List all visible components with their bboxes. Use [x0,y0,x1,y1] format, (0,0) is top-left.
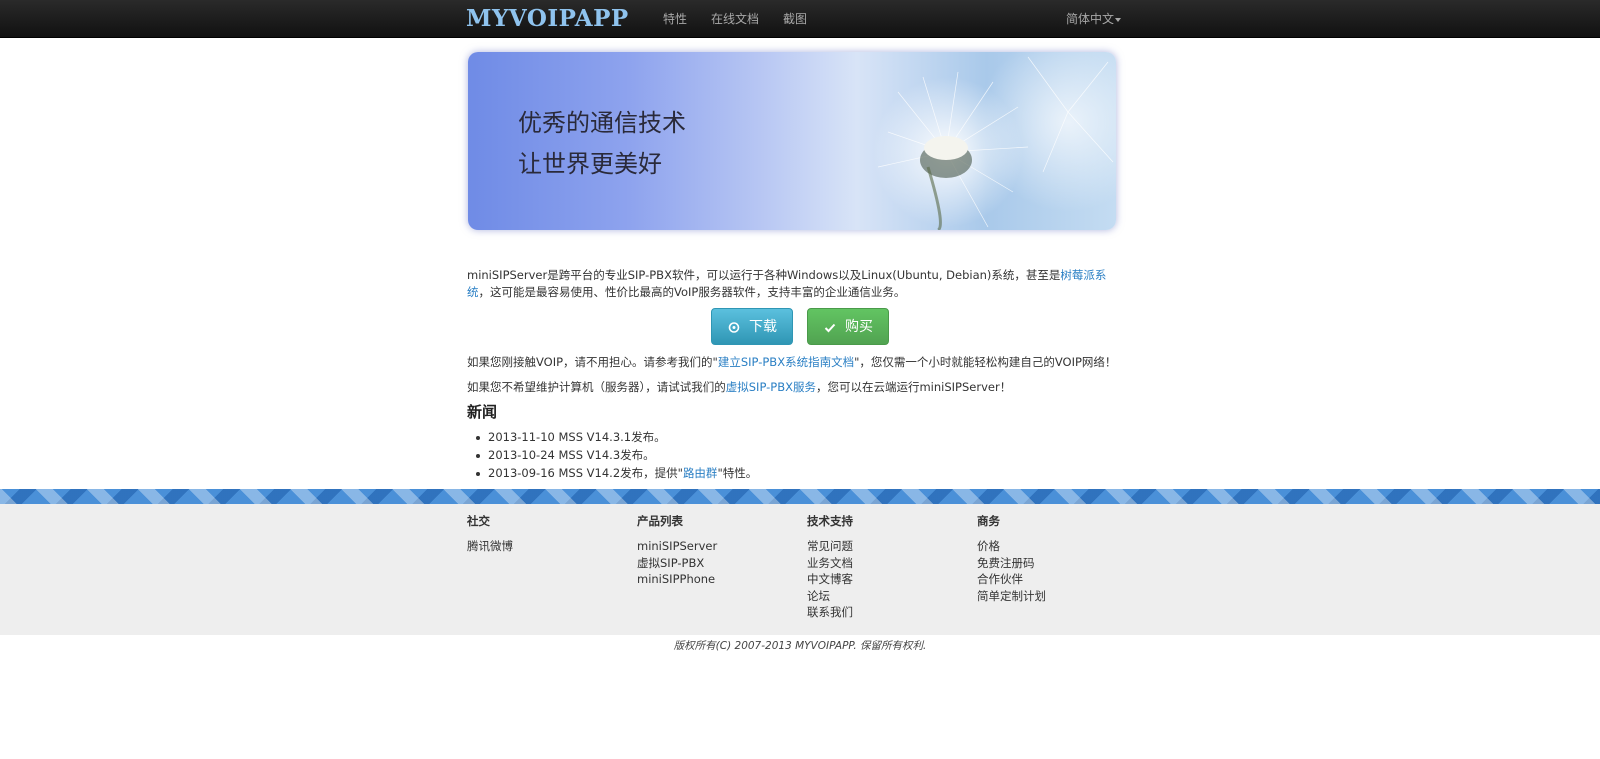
route-group-link[interactable]: 路由群 [683,466,718,480]
nav-screenshots[interactable]: 截图 [783,9,807,29]
intro-text: miniSIPServer是跨平台的专业SIP-PBX软件，可以运行于各种Win… [467,268,1061,282]
intro-paragraph: miniSIPServer是跨平台的专业SIP-PBX软件，可以运行于各种Win… [467,267,1127,300]
footer-link-virtual-pbx[interactable]: 虚拟SIP-PBX [637,555,704,571]
decorative-stripe [0,489,1600,504]
top-navbar: MYVOIPAPP 特性 在线文档 截图 简体中文 [0,0,1600,38]
language-label: 简体中文 [1066,12,1115,26]
guide-text-end: "，您仅需一个小时就能轻松构建自己的VOIP网络！ [854,355,1117,369]
footer-link-service-docs[interactable]: 业务文档 [807,555,853,571]
copyright-notice: 版权所有(C) 2007-2013 MYVOIPAPP. 保留所有权利. [673,640,927,652]
footer-link-partners[interactable]: 合作伙伴 [977,571,1023,587]
cloud-paragraph: 如果您不希望维护计算机（服务器），请试试我们的虚拟SIP-PBX服务，您可以在云… [467,379,1127,396]
footer-link-custom-plan[interactable]: 简单定制计划 [977,588,1046,604]
footer-link-minisipphone[interactable]: miniSIPPhone [637,571,715,587]
footer-link-faq[interactable]: 常见问题 [807,538,853,554]
bullet-icon [476,453,480,458]
news-item: 2013-09-16 MSS V14.2发布，提供"路由群"特性。 [476,465,757,481]
virtual-pbx-link[interactable]: 虚拟SIP-PBX服务 [726,380,816,394]
bullet-icon [476,471,480,476]
news-item: 2013-10-24 MSS V14.3发布。 [476,447,655,463]
hero-headline-line1: 优秀的通信技术 [518,109,686,137]
footer-link-forum[interactable]: 论坛 [807,588,830,604]
footer-heading-products: 产品列表 [637,514,683,528]
download-circle-icon [728,322,740,333]
news-text: 2013-11-10 MSS V14.3.1发布。 [488,430,666,444]
news-text-end: "特性。 [717,466,758,480]
checkmark-icon [824,323,836,333]
guide-paragraph: 如果您刚接触VOIP，请不用担心。请参考我们的"建立SIP-PBX系统指南文档"… [467,354,1127,371]
news-heading: 新闻 [467,403,498,421]
download-button[interactable]: 下载 [711,308,793,345]
hero-headline-line2: 让世界更美好 [518,150,662,178]
intro-text-end: ，这可能是最容易使用、性价比最高的VoIP服务器软件，支持丰富的企业通信业务。 [478,284,906,299]
language-dropdown[interactable]: 简体中文 [1066,9,1122,29]
news-text: 2013-10-24 MSS V14.3发布。 [488,448,655,462]
download-label: 下载 [749,319,777,335]
guide-text: 如果您刚接触VOIP，请不用担心。请参考我们的" [467,355,718,369]
nav-online-docs[interactable]: 在线文档 [711,9,759,29]
chevron-down-icon [1115,17,1122,22]
brand-logo[interactable]: MYVOIPAPP [466,4,629,34]
dandelion-image [873,52,1116,230]
news-text: 2013-09-16 MSS V14.2发布，提供" [488,466,683,480]
footer-heading-support: 技术支持 [807,514,853,528]
bullet-icon [476,435,480,440]
buy-button[interactable]: 购买 [807,308,889,345]
footer [0,504,1600,635]
footer-link-free-registration[interactable]: 免费注册码 [977,555,1035,571]
nav-features[interactable]: 特性 [663,9,687,29]
cloud-text: 如果您不希望维护计算机（服务器），请试试我们的 [467,380,726,394]
hero-banner: 优秀的通信技术 让世界更美好 [468,52,1116,230]
guide-doc-link[interactable]: 建立SIP-PBX系统指南文档 [718,355,854,369]
footer-link-minisipserver[interactable]: miniSIPServer [637,538,717,554]
footer-heading-business: 商务 [977,514,1000,528]
cloud-text-end: ，您可以在云端运行miniSIPServer！ [815,380,1012,394]
footer-link-pricing[interactable]: 价格 [977,538,1000,554]
news-item: 2013-11-10 MSS V14.3.1发布。 [476,429,666,445]
buy-label: 购买 [845,319,873,335]
footer-link-chinese-blog[interactable]: 中文博客 [807,571,853,587]
footer-heading-social: 社交 [467,514,490,528]
footer-link-contact-us[interactable]: 联系我们 [807,604,853,620]
footer-link-tencent-weibo[interactable]: 腾讯微博 [467,538,513,554]
